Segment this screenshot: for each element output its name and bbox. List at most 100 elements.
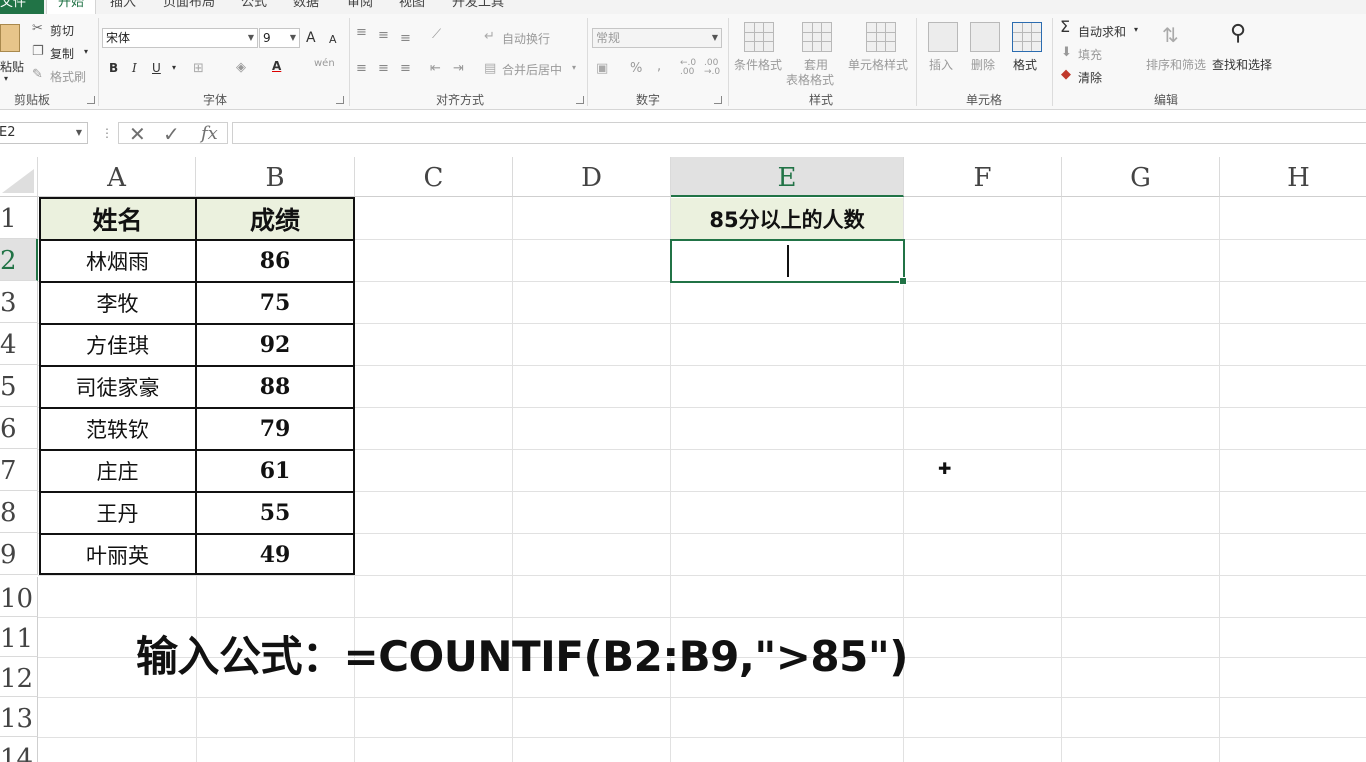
row-header-5[interactable]: 5 [0, 365, 38, 407]
orientation-icon[interactable]: ⟋ [432, 28, 441, 42]
currency-icon[interactable]: ▣ [596, 62, 608, 76]
wrap-text-button[interactable]: 自动换行 [502, 30, 550, 47]
table-cell-score[interactable]: 55 [197, 492, 353, 533]
format-as-table-button[interactable]: 套用 表格格式 [786, 20, 846, 88]
tab-data[interactable]: 数据 [293, 0, 319, 14]
row-header-2[interactable]: 2 [0, 239, 38, 281]
clear-button[interactable]: 清除 [1078, 69, 1102, 86]
increase-decimal-button[interactable]: ←.0 .00 [680, 59, 704, 77]
conditional-format-button[interactable]: 条件格式 [734, 20, 784, 88]
name-box[interactable]: E2 ▼ [0, 122, 88, 144]
table-cell-name[interactable]: 叶丽英 [40, 534, 195, 575]
cell-styles-button[interactable]: 单元格样式 [848, 20, 912, 88]
phonetic-button[interactable]: wén [314, 58, 335, 69]
tab-developer[interactable]: 开发工具 [452, 0, 504, 14]
grow-font-button[interactable]: A [306, 30, 316, 46]
column-header-h[interactable]: H [1220, 157, 1366, 197]
align-bottom-icon[interactable]: ≡ [400, 32, 411, 46]
font-launcher-icon[interactable] [336, 96, 344, 104]
row-header-6[interactable]: 6 [0, 407, 38, 449]
autosum-button[interactable]: 自动求和 [1078, 23, 1126, 40]
table-cell-name[interactable]: 庄庄 [40, 450, 195, 491]
autosum-dropdown-icon[interactable]: ▾ [1134, 25, 1138, 34]
tab-view[interactable]: 视图 [399, 0, 425, 14]
formula-input[interactable] [232, 122, 1366, 144]
merge-center-button[interactable]: 合并后居中 [502, 61, 562, 78]
paste-button[interactable]: 粘贴 ▾ [0, 20, 24, 86]
table-cell-score[interactable]: 79 [197, 408, 353, 449]
table-cell-name[interactable]: 林烟雨 [40, 240, 195, 281]
italic-button[interactable]: I [132, 61, 137, 75]
insert-function-button[interactable]: fx [201, 123, 218, 145]
table-cell-name[interactable]: 方佳琪 [40, 324, 195, 365]
table-cell-score[interactable]: 86 [197, 240, 353, 281]
find-select-button[interactable]: ⚲ 查找和选择 [1212, 20, 1276, 88]
fill-button[interactable]: 填充 [1078, 46, 1102, 63]
cancel-icon[interactable]: ✕ [129, 123, 146, 145]
bold-button[interactable]: B [109, 61, 118, 75]
row-header-13[interactable]: 13 [0, 697, 38, 737]
align-top-icon[interactable]: ≡ [356, 26, 367, 40]
merge-dropdown-icon[interactable]: ▾ [572, 63, 576, 72]
copy-button[interactable]: 复制 [50, 45, 74, 62]
underline-dropdown-icon[interactable]: ▾ [172, 63, 176, 72]
row-header-4[interactable]: 4 [0, 323, 38, 365]
cell-e1[interactable]: 85分以上的人数 [671, 198, 903, 239]
insert-cells-button[interactable]: 插入 [926, 20, 958, 88]
row-header-9[interactable]: 9 [0, 533, 38, 575]
tab-page-layout[interactable]: 页面布局 [163, 0, 215, 14]
formula-bar-grip-icon[interactable]: ⋮ [101, 126, 113, 140]
table-cell-name[interactable]: 王丹 [40, 492, 195, 533]
font-size-combo[interactable]: 9 ▼ [259, 28, 300, 48]
row-header-11[interactable]: 11 [0, 617, 38, 657]
sort-filter-button[interactable]: ⇅ 排序和筛选 [1146, 20, 1210, 88]
row-header-3[interactable]: 3 [0, 281, 38, 323]
tab-file[interactable]: 文件 [0, 0, 44, 14]
align-middle-icon[interactable]: ≡ [378, 29, 389, 43]
cut-button[interactable]: 剪切 [50, 22, 74, 39]
copy-dropdown-icon[interactable]: ▾ [84, 47, 88, 56]
tab-home[interactable]: 开始 [46, 0, 96, 14]
increase-indent-icon[interactable]: ⇥ [453, 62, 464, 76]
row-header-8[interactable]: 8 [0, 491, 38, 533]
column-header-b[interactable]: B [196, 157, 355, 197]
row-header-14[interactable]: 14 [0, 737, 38, 762]
number-launcher-icon[interactable] [714, 96, 722, 104]
percent-button[interactable]: % [630, 61, 642, 76]
decrease-indent-icon[interactable]: ⇤ [430, 62, 441, 76]
row-header-1[interactable]: 1 [0, 197, 38, 239]
font-color-button[interactable]: A [272, 59, 281, 73]
enter-check-icon[interactable]: ✓ [163, 123, 180, 145]
column-header-d[interactable]: D [513, 157, 671, 197]
decrease-decimal-button[interactable]: .00 →.0 [704, 59, 728, 77]
alignment-launcher-icon[interactable] [576, 96, 584, 104]
underline-button[interactable]: U [152, 61, 161, 75]
clipboard-launcher-icon[interactable] [87, 96, 95, 104]
format-cells-button[interactable]: 格式 [1010, 20, 1042, 88]
delete-cells-button[interactable]: 删除 [968, 20, 1000, 88]
column-header-e[interactable]: E [671, 157, 904, 197]
column-header-a[interactable]: A [38, 157, 196, 197]
select-all-button[interactable] [0, 157, 38, 197]
table-cell-score[interactable]: 49 [197, 534, 353, 575]
table-cell-score[interactable]: 61 [197, 450, 353, 491]
column-header-f[interactable]: F [904, 157, 1062, 197]
shrink-font-button[interactable]: A [329, 33, 337, 46]
align-left-icon[interactable]: ≡ [356, 62, 367, 76]
table-cell-score[interactable]: 75 [197, 282, 353, 323]
column-header-g[interactable]: G [1062, 157, 1220, 197]
table-cell-score[interactable]: 92 [197, 324, 353, 365]
column-header-c[interactable]: C [355, 157, 513, 197]
format-painter-button[interactable]: 格式刷 [50, 68, 86, 85]
comma-button[interactable]: , [657, 59, 661, 74]
tab-formulas[interactable]: 公式 [241, 0, 267, 14]
cell-b1[interactable]: 成绩 [197, 198, 353, 239]
border-icon[interactable]: ⊞ [193, 62, 204, 76]
cell-a1[interactable]: 姓名 [40, 198, 195, 239]
font-name-combo[interactable]: 宋体 ▼ [102, 28, 258, 48]
table-cell-name[interactable]: 司徒家豪 [40, 366, 195, 407]
align-right-icon[interactable]: ≡ [400, 62, 411, 76]
number-format-combo[interactable]: 常规 ▼ [592, 28, 722, 48]
align-center-icon[interactable]: ≡ [378, 62, 389, 76]
table-cell-name[interactable]: 李牧 [40, 282, 195, 323]
